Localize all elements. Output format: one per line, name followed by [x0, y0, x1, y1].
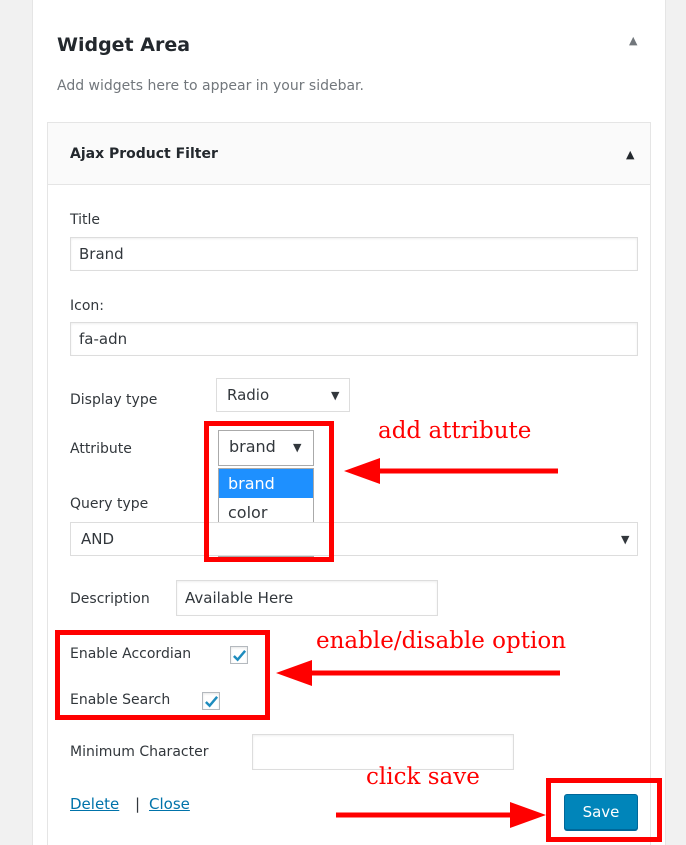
widget-area-description: Add widgets here to appear in your sideb…: [57, 78, 364, 94]
query-type-value: AND: [81, 530, 115, 548]
chevron-down-icon: ▼: [621, 533, 630, 546]
link-separator: |: [135, 795, 141, 813]
triangle-up-icon[interactable]: ▲: [629, 34, 637, 47]
widget-area-title: Widget Area: [57, 34, 191, 56]
widget-header[interactable]: Ajax Product Filter ▲: [48, 123, 650, 185]
attribute-highlight-box: [204, 421, 334, 562]
arrow-left-icon: [344, 458, 558, 484]
query-type-select[interactable]: AND ▼: [70, 522, 638, 556]
title-label: Title: [70, 212, 101, 228]
arrow-right-icon: [336, 802, 546, 828]
icon-input[interactable]: fa-adn: [70, 322, 638, 356]
title-input[interactable]: Brand: [70, 237, 638, 271]
query-type-label: Query type: [70, 496, 149, 512]
display-type-select[interactable]: Radio ▼: [216, 378, 350, 412]
delete-link[interactable]: Delete: [70, 795, 119, 813]
display-type-label: Display type: [70, 392, 158, 408]
enable-options-highlight-box: [55, 630, 270, 720]
save-highlight-box: [546, 778, 662, 842]
close-link[interactable]: Close: [149, 795, 190, 813]
click-save-annotation: click save: [366, 764, 480, 790]
enable-disable-annotation: enable/disable option: [316, 628, 567, 654]
widget-title: Ajax Product Filter: [70, 146, 218, 162]
minimum-character-label: Minimum Character: [70, 744, 209, 760]
description-label: Description: [70, 591, 150, 607]
add-attribute-annotation: add attribute: [378, 418, 532, 444]
icon-label: Icon:: [70, 298, 104, 314]
display-type-value: Radio: [227, 386, 270, 404]
description-input[interactable]: Available Here: [176, 580, 438, 616]
chevron-down-icon: ▼: [331, 389, 340, 402]
attribute-label: Attribute: [70, 441, 132, 457]
arrow-left-icon: [276, 660, 560, 686]
triangle-up-icon[interactable]: ▲: [626, 148, 634, 161]
